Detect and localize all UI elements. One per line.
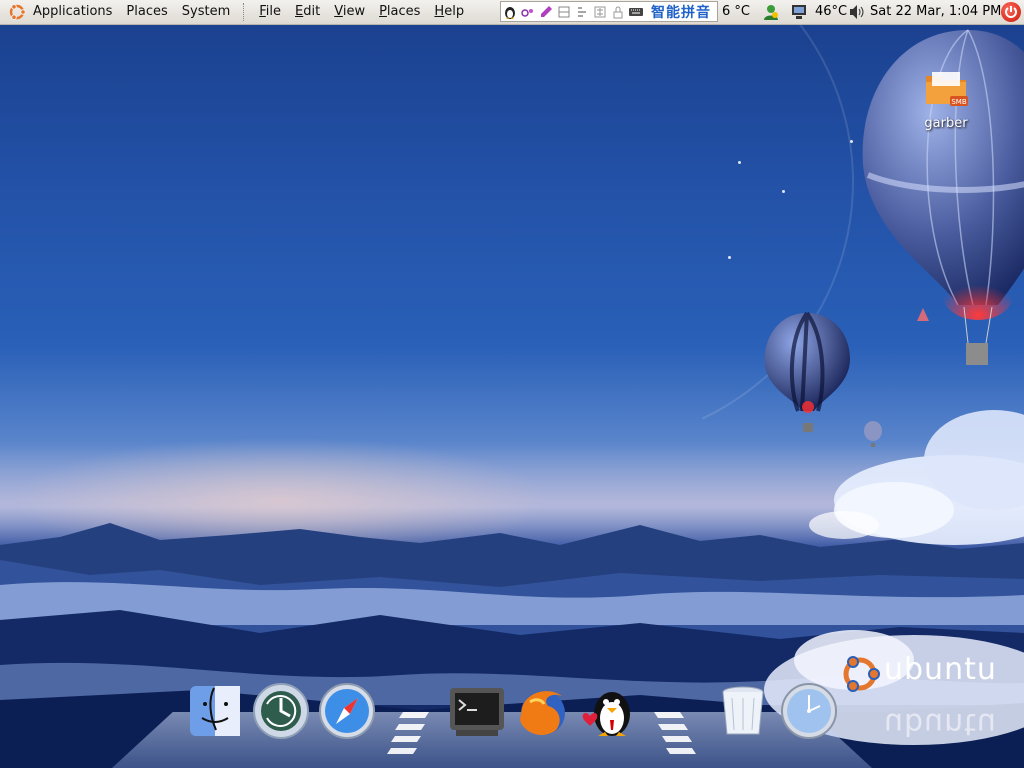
dock-separator xyxy=(387,712,429,754)
hot-air-balloon-tiny xyxy=(917,308,929,321)
ime-toolbar[interactable]: 智能拼音 xyxy=(500,1,718,22)
traditional-icon[interactable] xyxy=(592,4,608,20)
smb-folder-icon: SMB xyxy=(926,72,968,106)
menu-places[interactable]: Places xyxy=(119,0,174,24)
terminal-icon[interactable] xyxy=(446,680,508,742)
time-machine-icon[interactable] xyxy=(250,680,312,742)
ime-name[interactable]: 智能拼音 xyxy=(651,2,711,22)
menu-help-label: elp xyxy=(444,4,465,19)
menu-places-app[interactable]: Places xyxy=(372,0,427,24)
menu-system[interactable]: System xyxy=(175,0,237,24)
menu-view-mnemonic: V xyxy=(334,4,343,19)
pen-icon[interactable] xyxy=(538,4,554,20)
shutdown-icon[interactable] xyxy=(1001,2,1021,22)
menu-applications[interactable]: Applications xyxy=(26,0,119,24)
desktop-icon-label: garber xyxy=(924,116,968,131)
network-icon[interactable] xyxy=(789,3,809,21)
menu-help[interactable]: Help xyxy=(427,0,471,24)
ubuntu-logo-icon[interactable] xyxy=(8,3,26,21)
ubuntu-wordmark-reflection: ubuntu xyxy=(884,706,997,741)
menu-places-label: laces xyxy=(386,4,421,19)
clock[interactable]: Sat 22 Mar, 1:04 PM xyxy=(870,0,1001,24)
ubuntu-wordmark: ubuntu xyxy=(884,652,997,687)
desktop-icon-garber[interactable]: SMB garber xyxy=(914,68,978,131)
smb-badge: SMB xyxy=(951,98,966,106)
punctuation-icon[interactable] xyxy=(574,4,590,20)
star xyxy=(728,256,731,259)
menu-file-label: ile xyxy=(265,4,282,19)
moon-icon xyxy=(809,30,836,54)
trash-icon[interactable] xyxy=(712,680,774,742)
hot-air-balloon-small xyxy=(864,421,882,447)
menu-view[interactable]: View xyxy=(327,0,372,24)
power-symbol-icon xyxy=(1005,6,1017,18)
lock-icon[interactable] xyxy=(610,4,626,20)
menu-view-label: iew xyxy=(342,4,366,19)
weather-temperature[interactable]: 6 °C xyxy=(722,0,750,24)
volume-icon[interactable] xyxy=(848,4,866,20)
hot-air-balloon-medium xyxy=(764,311,850,432)
dock-separator xyxy=(654,712,696,754)
menu-file[interactable]: File xyxy=(252,0,288,24)
star xyxy=(850,140,853,143)
qq-penguin-icon[interactable] xyxy=(578,680,640,742)
panel-separator xyxy=(243,3,246,21)
menu-edit[interactable]: Edit xyxy=(288,0,327,24)
menu-places-mnemonic: P xyxy=(379,4,387,19)
safari-icon[interactable] xyxy=(316,680,378,742)
firefox-icon[interactable] xyxy=(512,680,574,742)
finder-icon[interactable] xyxy=(184,680,246,742)
star xyxy=(782,190,785,193)
user-status-icon[interactable] xyxy=(762,3,780,21)
input-mode-icon[interactable] xyxy=(520,4,536,20)
tux-icon[interactable] xyxy=(502,4,518,20)
star xyxy=(738,161,741,164)
menu-edit-label: dit xyxy=(303,4,321,19)
cpu-temperature[interactable]: 46°C xyxy=(815,0,847,24)
keyboard-icon[interactable] xyxy=(628,4,644,20)
clock-icon[interactable] xyxy=(778,680,840,742)
full-width-icon[interactable] xyxy=(556,4,572,20)
menu-help-mnemonic: H xyxy=(434,4,445,19)
